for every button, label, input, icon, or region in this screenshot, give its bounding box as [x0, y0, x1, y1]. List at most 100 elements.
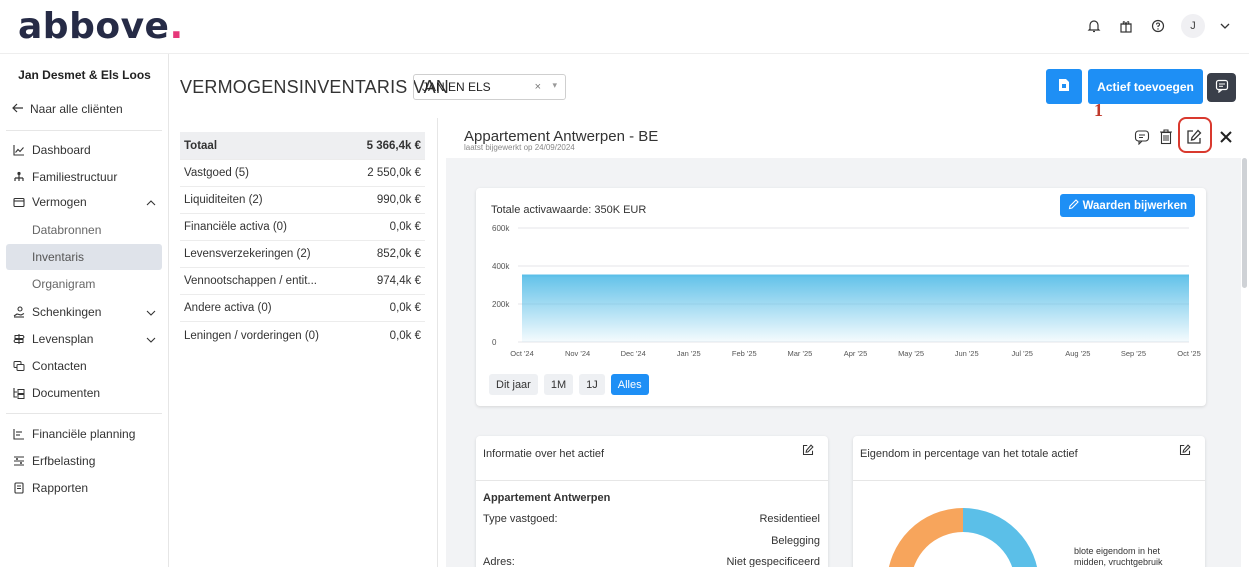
tax-icon	[12, 454, 26, 468]
x-tick-label: Nov '24	[565, 349, 590, 358]
sidebar-item-label: Familiestructuur	[32, 170, 118, 184]
row-value: 0,0k €	[389, 329, 421, 342]
x-tick-label: Oct '24	[510, 349, 534, 358]
client-select[interactable]: JAN EN ELS × ▾	[413, 74, 566, 100]
user-avatar[interactable]: J	[1181, 14, 1205, 38]
report-icon	[12, 481, 26, 495]
x-tick-label: Jun '25	[955, 349, 979, 358]
clear-select-icon[interactable]: ×	[535, 81, 541, 93]
edit-icon[interactable]	[802, 444, 814, 459]
chat-icon	[1215, 79, 1229, 96]
type-label: Type vastgoed:	[483, 513, 558, 525]
row-label: Levensverzekeringen (2)	[184, 248, 311, 260]
range-button[interactable]: Alles	[610, 374, 649, 395]
chat-button[interactable]	[1207, 73, 1236, 102]
sidebar-item-databronnen[interactable]: Databronnen	[6, 217, 162, 243]
chevron-down-icon[interactable]	[1219, 23, 1231, 29]
x-tick-label: Sep '25	[1121, 349, 1146, 358]
hand-gift-icon	[12, 305, 26, 319]
type-value: Residentieel	[759, 513, 820, 525]
range-button[interactable]: 1M	[543, 374, 574, 395]
comment-icon[interactable]	[1132, 127, 1152, 147]
sidebar-item-contacten[interactable]: Contacten	[12, 355, 162, 377]
table-row[interactable]: Vastgoed (5) 2 550,0k €	[180, 160, 425, 187]
range-button[interactable]: Dit jaar	[489, 374, 538, 395]
sidebar-divider	[6, 413, 162, 414]
chart-line-icon	[12, 143, 26, 157]
x-tick-label: Oct '25	[1177, 349, 1201, 358]
list-chart-icon	[12, 427, 26, 441]
row-value: 2 550,0k €	[367, 167, 421, 179]
address-value: Niet gespecificeerd	[726, 556, 820, 567]
sidebar-item-inventaris[interactable]: Inventaris	[6, 244, 162, 270]
edit-highlight-box	[1178, 117, 1212, 153]
sidebar-item-organigram[interactable]: Organigram	[6, 271, 162, 297]
top-bar: abbove. J	[0, 0, 1249, 54]
row-label: Liquiditeiten (2)	[184, 194, 263, 206]
y-tick-label: 400k	[492, 262, 510, 271]
row-value: 0,0k €	[389, 221, 421, 233]
client-name: Jan Desmet & Els Loos	[18, 68, 151, 82]
sidebar-item-familiestructuur[interactable]: Familiestructuur	[12, 166, 162, 188]
trash-icon[interactable]	[1156, 127, 1176, 147]
chart-area-fill	[522, 275, 1189, 342]
row-value: 852,0k €	[376, 248, 421, 260]
bell-icon[interactable]	[1085, 17, 1103, 35]
update-values-button[interactable]: Waarden bijwerken	[1059, 194, 1195, 217]
table-row[interactable]: Leningen / vorderingen (0) 0,0k €	[180, 322, 425, 349]
sidebar-item-label: Vermogen	[32, 195, 87, 209]
sidebar-item-erfbelasting[interactable]: Erfbelasting	[12, 450, 162, 472]
table-row[interactable]: Financiële activa (0) 0,0k €	[180, 214, 425, 241]
gift-icon[interactable]	[1117, 17, 1135, 35]
folder-tree-icon	[12, 386, 26, 400]
ownership-donut	[889, 508, 1037, 567]
sidebar-item-financiele-planning[interactable]: Financiële planning	[12, 423, 162, 445]
sidebar-item-rapporten[interactable]: Rapporten	[12, 477, 162, 499]
logo-text: abbove	[18, 6, 170, 47]
dropdown-arrow-icon[interactable]: ▾	[552, 80, 557, 91]
help-icon[interactable]	[1149, 17, 1167, 35]
edit-icon[interactable]	[1179, 444, 1191, 459]
sidebar-item-label: Contacten	[32, 359, 87, 373]
ownership-legend: blote eigendom in het midden, vruchtgebr…	[1074, 546, 1163, 567]
sidebar-item-label: Levensplan	[32, 332, 94, 346]
table-row[interactable]: Vennootschappen / entit... 974,4k €	[180, 268, 425, 295]
range-button[interactable]: 1J	[579, 374, 605, 395]
page-title: VERMOGENSINVENTARIS VAN	[180, 77, 449, 97]
abbove-logo[interactable]: abbove.	[18, 6, 184, 47]
asset-info-card: Informatie over het actief Appartement A…	[476, 436, 828, 567]
back-link-label: Naar alle cliënten	[30, 102, 123, 116]
sidebar-item-label: Financiële planning	[32, 427, 136, 441]
contacts-icon	[12, 359, 26, 373]
y-tick-label: 0	[492, 338, 497, 347]
table-row[interactable]: Liquiditeiten (2) 990,0k €	[180, 187, 425, 214]
x-tick-label: Jan '25	[677, 349, 701, 358]
signpost-icon	[12, 332, 26, 346]
chart-title: Totale activawaarde: 350K EUR	[491, 204, 647, 216]
sidebar-item-label: Schenkingen	[32, 305, 102, 319]
add-asset-button[interactable]: Actief toevoegen	[1088, 69, 1203, 104]
x-tick-label: Jul '25	[1012, 349, 1033, 358]
close-icon[interactable]	[1216, 127, 1236, 147]
table-row[interactable]: Andere activa (0) 0,0k €	[180, 295, 425, 322]
scrollbar[interactable]	[1242, 158, 1247, 288]
sidebar-item-vermogen[interactable]: Vermogen	[12, 191, 162, 213]
sidebar-item-label: Erfbelasting	[32, 454, 96, 468]
back-to-clients-link[interactable]: Naar alle cliënten	[12, 102, 123, 116]
table-row-total[interactable]: Totaal 5 366,4k €	[180, 132, 425, 160]
wallet-icon	[12, 195, 26, 209]
table-row[interactable]: Levensverzekeringen (2) 852,0k €	[180, 241, 425, 268]
address-label: Adres:	[483, 556, 515, 567]
sidebar-divider	[6, 130, 162, 131]
ownership-card: Eigendom in percentage van het totale ac…	[853, 436, 1205, 567]
sidebar-item-dashboard[interactable]: Dashboard	[12, 139, 162, 161]
export-document-button[interactable]	[1046, 69, 1082, 104]
y-tick-label: 200k	[492, 300, 510, 309]
x-tick-label: Feb '25	[732, 349, 757, 358]
sidebar-item-documenten[interactable]: Documenten	[12, 382, 162, 404]
row-value: 990,0k €	[376, 194, 421, 206]
sidebar-item-schenkingen[interactable]: Schenkingen	[12, 301, 162, 323]
sidebar-item-levensplan[interactable]: Levensplan	[12, 328, 162, 350]
row-label: Totaal	[184, 139, 218, 152]
card-header: Eigendom in percentage van het totale ac…	[853, 436, 1205, 481]
